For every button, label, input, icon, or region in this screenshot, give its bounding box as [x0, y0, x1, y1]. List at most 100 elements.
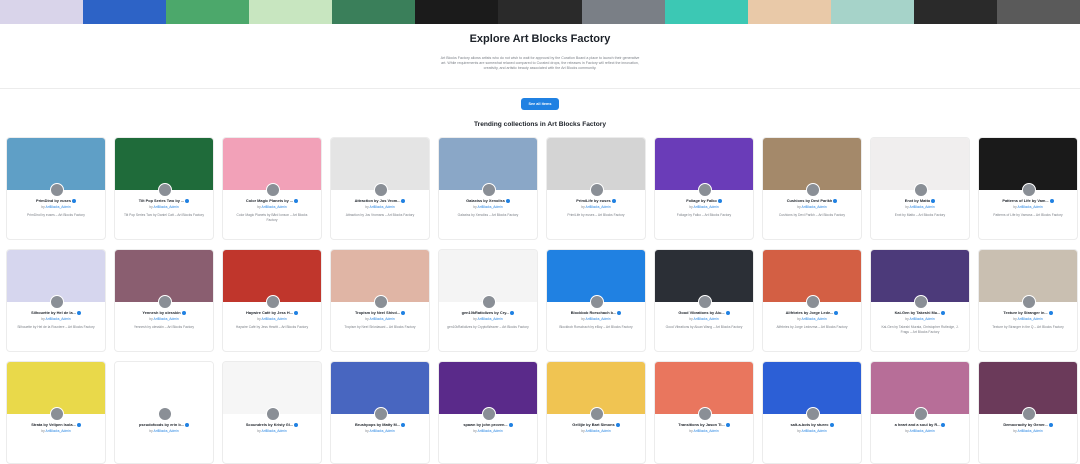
- verified-badge-icon: [834, 310, 839, 315]
- collection-title: Attraction by Jos Vrom...: [331, 198, 429, 203]
- collection-card[interactable]: Gellijie by Bart Simons by ArtBlocks_Admi…: [546, 361, 646, 464]
- collection-creator: by ArtBlocks_Admin: [439, 429, 537, 433]
- collection-card[interactable]: Foliage by Falko by ArtBlocks_Admin Foliag…: [654, 137, 754, 240]
- creator-link[interactable]: ArtBlocks_Admin: [262, 429, 287, 433]
- creator-link[interactable]: ArtBlocks_Admin: [154, 429, 179, 433]
- by-label: by: [905, 429, 909, 433]
- collection-title: Patterns of Life by Vam...: [979, 198, 1077, 203]
- collection-title-text: Enxt by Matto: [904, 198, 931, 203]
- collection-avatar: [482, 295, 496, 309]
- creator-link[interactable]: ArtBlocks_Admin: [910, 317, 935, 321]
- creator-link[interactable]: ArtBlocks_Admin: [478, 205, 503, 209]
- see-all-items-button[interactable]: See all items: [521, 98, 559, 110]
- creator-link[interactable]: ArtBlocks_Admin: [154, 317, 179, 321]
- collection-card[interactable]: a heart and a soul by R... by ArtBlocks_A…: [870, 361, 970, 464]
- creator-link[interactable]: ArtBlocks_Admin: [586, 205, 611, 209]
- collection-creator: by ArtBlocks_Admin: [871, 429, 969, 433]
- collection-avatar: [806, 295, 820, 309]
- creator-link[interactable]: ArtBlocks_Admin: [802, 205, 827, 209]
- collection-card[interactable]: Kai-Gen by Takeshi Mu... by ArtBlocks_Adm…: [870, 249, 970, 352]
- collection-card[interactable]: PrimDind by euses by ArtBlocks_Admin PrimD…: [6, 137, 106, 240]
- collection-card[interactable]: Transitions by Jason Ti... by ArtBlocks_A…: [654, 361, 754, 464]
- collection-card[interactable]: Scoundrels by Kristy Gl... by ArtBlocks_A…: [222, 361, 322, 464]
- creator-link[interactable]: ArtBlocks_Admin: [694, 317, 719, 321]
- creator-link[interactable]: ArtBlocks_Admin: [694, 429, 719, 433]
- creator-link[interactable]: ArtBlocks_Admin: [370, 317, 395, 321]
- verified-badge-icon: [611, 198, 616, 203]
- verified-badge-icon: [505, 198, 510, 203]
- verified-badge-icon: [72, 198, 77, 203]
- creator-link[interactable]: ArtBlocks_Admin: [1018, 429, 1043, 433]
- collection-card[interactable]: Patterns of Life by Vam... by ArtBlocks_A…: [978, 137, 1078, 240]
- collection-avatar: [158, 295, 172, 309]
- by-label: by: [149, 429, 153, 433]
- collection-card[interactable]: Strata by Velipen Isola... by ArtBlocks_A…: [6, 361, 106, 464]
- creator-link[interactable]: ArtBlocks_Admin: [694, 205, 719, 209]
- collection-card[interactable]: Texture by Stranger in... by ArtBlocks_Ad…: [978, 249, 1078, 352]
- creator-link[interactable]: ArtBlocks_Admin: [1018, 317, 1043, 321]
- verified-badge-icon: [615, 422, 620, 427]
- collection-card[interactable]: Yennesh by olesskin by ArtBlocks_Admin Yen…: [114, 249, 214, 352]
- banner-tile: [415, 0, 499, 24]
- collection-card[interactable]: pseudofoods by erin b... by ArtBlocks_Adm…: [114, 361, 214, 464]
- verified-badge-icon: [181, 310, 186, 315]
- collection-card[interactable]: Silhouette by Hel de Ia... by ArtBlocks_A…: [6, 249, 106, 352]
- creator-link[interactable]: ArtBlocks_Admin: [910, 205, 935, 209]
- collection-title-text: Good Vibrations by Aiu...: [678, 310, 725, 315]
- collection-card[interactable]: Blockbob Rorschach b... by ArtBlocks_Admi…: [546, 249, 646, 352]
- collection-card[interactable]: Attraction by Jos Vrom... by ArtBlocks_Ad…: [330, 137, 430, 240]
- creator-link[interactable]: ArtBlocks_Admin: [478, 317, 503, 321]
- trending-section-title: Trending collections in Art Blocks Facto…: [473, 121, 607, 128]
- verified-badge-icon: [941, 310, 946, 315]
- collection-title-text: Cushions by Devi Parikh: [786, 198, 833, 203]
- collection-creator: by ArtBlocks_Admin: [871, 205, 969, 209]
- collection-card[interactable]: Tropism by Neel Shivd... by ArtBlocks_Adm…: [330, 249, 430, 352]
- creator-link[interactable]: ArtBlocks_Admin: [1018, 205, 1043, 209]
- creator-link[interactable]: ArtBlocks_Admin: [46, 429, 71, 433]
- collection-card[interactable]: Democracity by Gener... by ArtBlocks_Admi…: [978, 361, 1078, 464]
- collection-title-text: Haywire Café by Jess H...: [246, 310, 293, 315]
- collection-card[interactable]: Good Vibrations by Aiu... by ArtBlocks_Ad…: [654, 249, 754, 352]
- creator-link[interactable]: ArtBlocks_Admin: [46, 317, 71, 321]
- collection-card[interactable]: Enxt by Matto by ArtBlocks_Admin Enxt by M…: [870, 137, 970, 240]
- collection-card[interactable]: Alifrbries by Jorge Lede... by ArtBlocks_…: [762, 249, 862, 352]
- creator-link[interactable]: ArtBlocks_Admin: [262, 317, 287, 321]
- creator-link[interactable]: ArtBlocks_Admin: [478, 429, 503, 433]
- collection-card[interactable]: gen10kRatiolizes by Cry... by ArtBlocks_A…: [438, 249, 538, 352]
- collection-avatar: [806, 183, 820, 197]
- verified-badge-icon: [725, 310, 730, 315]
- collection-description: Patterns of Life by Vamoss – Art Blocks …: [993, 213, 1063, 217]
- section-divider: [0, 88, 1080, 89]
- collection-card[interactable]: PrimiLife by euses by ArtBlocks_Admin Prim…: [546, 137, 646, 240]
- creator-link[interactable]: ArtBlocks_Admin: [802, 429, 827, 433]
- collection-avatar: [806, 407, 820, 421]
- creator-link[interactable]: ArtBlocks_Admin: [370, 205, 395, 209]
- creator-link[interactable]: ArtBlocks_Admin: [910, 429, 935, 433]
- collection-card[interactable]: salt-a-bots by sturec by ArtBlocks_Admin: [762, 361, 862, 464]
- collection-card[interactable]: spawn by john proven... by ArtBlocks_Admi…: [438, 361, 538, 464]
- collection-avatar: [50, 407, 64, 421]
- collection-card[interactable]: Galaxiss by Xenoliss by ArtBlocks_Admin Ga…: [438, 137, 538, 240]
- creator-link[interactable]: ArtBlocks_Admin: [586, 429, 611, 433]
- collection-card[interactable]: Color Magic Planets by ... by ArtBlocks_A…: [222, 137, 322, 240]
- verified-badge-icon: [1049, 198, 1054, 203]
- collection-title: Good Vibrations by Aiu...: [655, 310, 753, 315]
- creator-link[interactable]: ArtBlocks_Admin: [802, 317, 827, 321]
- creator-link[interactable]: ArtBlocks_Admin: [46, 205, 71, 209]
- creator-link[interactable]: ArtBlocks_Admin: [262, 205, 287, 209]
- collection-description: PrimDind by euses – Art Blocks Factory: [27, 213, 85, 217]
- banner-tile: [747, 0, 831, 24]
- collection-card[interactable]: Cushions by Devi Parikh by ArtBlocks_Admi…: [762, 137, 862, 240]
- collection-title-text: Foliage by Falko: [686, 198, 717, 203]
- collection-card[interactable]: Brushpops by Matty M... by ArtBlocks_Admi…: [330, 361, 430, 464]
- collection-card[interactable]: Haywire Café by Jess H... by ArtBlocks_Ad…: [222, 249, 322, 352]
- collection-description: Foliage by Falko – Art Blocks Factory: [676, 213, 732, 217]
- collection-title: Transitions by Jason Ti...: [655, 422, 753, 427]
- collection-avatar: [374, 183, 388, 197]
- collection-title-text: Texture by Stranger in...: [1003, 310, 1048, 315]
- creator-link[interactable]: ArtBlocks_Admin: [370, 429, 395, 433]
- creator-link[interactable]: ArtBlocks_Admin: [154, 205, 179, 209]
- creator-link[interactable]: ArtBlocks_Admin: [586, 317, 611, 321]
- collection-title: Gellijie by Bart Simons: [547, 422, 645, 427]
- collection-card[interactable]: Tilt Pop Series Two by ... by ArtBlocks_A…: [114, 137, 214, 240]
